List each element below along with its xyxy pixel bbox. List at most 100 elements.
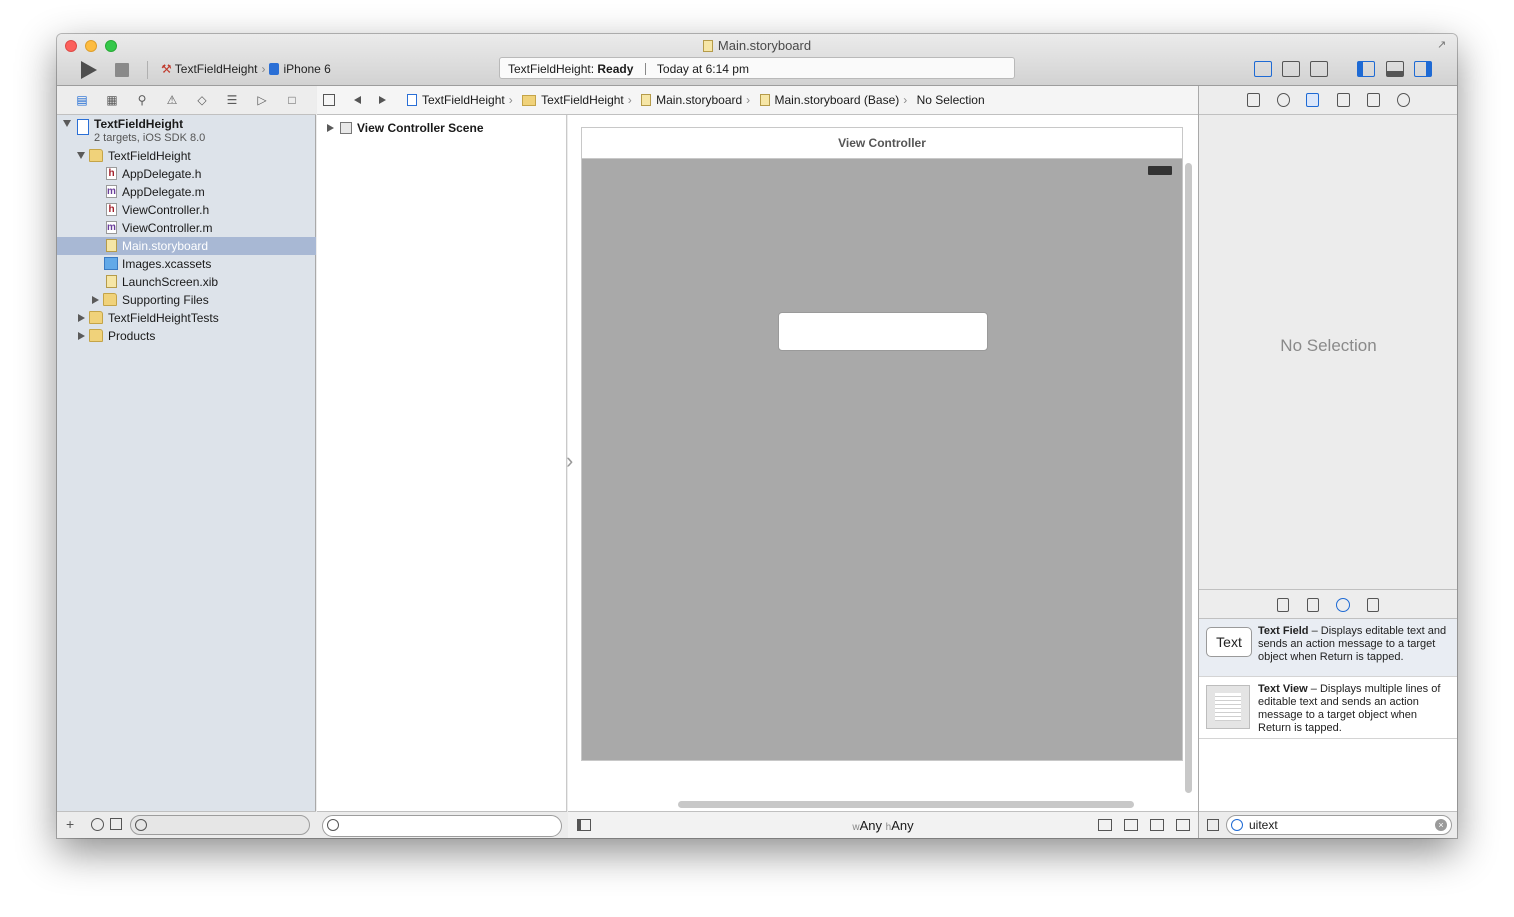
breadcrumb-label: Main.storyboard	[656, 93, 743, 107]
code-snippet-icon[interactable]	[1307, 598, 1319, 612]
recent-files-icon[interactable]	[91, 818, 104, 831]
folder-icon[interactable]: ▤	[75, 93, 89, 107]
scheme-name: TextFieldHeight	[174, 62, 258, 76]
connections-inspector-icon[interactable]	[1397, 93, 1410, 107]
toolbar-separator	[147, 61, 148, 79]
search-icon[interactable]: ⚲	[135, 93, 149, 107]
header-file-icon: h	[106, 167, 117, 180]
media-library-icon[interactable]	[1367, 598, 1379, 612]
vertical-scrollbar[interactable]	[1185, 163, 1192, 793]
clear-icon[interactable]: ×	[1435, 819, 1447, 831]
horizontal-scrollbar[interactable]	[678, 801, 1134, 808]
breakpoint-icon[interactable]: ▷	[255, 93, 269, 107]
file-template-icon[interactable]	[1277, 598, 1289, 612]
tree-label: LaunchScreen.xib	[122, 275, 219, 289]
assistant-editor-icon[interactable]	[1282, 61, 1300, 77]
align-icon[interactable]	[1098, 819, 1112, 831]
library-tab-bar	[1199, 589, 1457, 619]
grid-view-icon[interactable]	[1207, 819, 1219, 831]
tree-label: ViewController.m	[122, 221, 213, 235]
chevron-right-icon: ›	[508, 93, 513, 107]
view-controller-title: View Controller	[582, 128, 1182, 159]
storyboard-canvas[interactable]: › View Controller wAny hAny	[566, 115, 1198, 838]
library-item-title: Text Field	[1258, 625, 1309, 637]
disclosure-closed-icon[interactable]	[327, 124, 334, 132]
quick-help-icon[interactable]	[1277, 93, 1290, 107]
tree-row[interactable]: m AppDelegate.m	[57, 183, 316, 201]
tree-row[interactable]: LaunchScreen.xib	[57, 273, 316, 291]
attributes-inspector-icon[interactable]	[1337, 93, 1350, 107]
tree-row[interactable]: Images.xcassets	[57, 255, 316, 273]
disclosure-closed-icon[interactable]	[78, 314, 85, 322]
disclosure-closed-icon[interactable]	[92, 296, 99, 304]
file-inspector-icon[interactable]	[1247, 93, 1260, 107]
library-item-text-field[interactable]: Text Text Field – Displays editable text…	[1199, 619, 1457, 677]
report-icon[interactable]: □	[285, 93, 299, 107]
chevron-right-icon: ›	[903, 93, 908, 107]
standard-editor-icon[interactable]	[1254, 61, 1272, 77]
toggle-debug-area-icon[interactable]	[1386, 61, 1404, 77]
add-icon[interactable]: +	[66, 816, 74, 832]
breadcrumb-item[interactable]: Main.storyboard	[641, 93, 742, 107]
toggle-navigator-icon[interactable]	[1357, 61, 1375, 77]
breadcrumb-label: TextFieldHeight	[422, 93, 505, 107]
disclosure-closed-icon[interactable]	[78, 332, 85, 340]
related-items-icon[interactable]	[323, 94, 335, 106]
breadcrumb-item[interactable]: Main.storyboard (Base)	[759, 93, 899, 107]
tree-row[interactable]: TextFieldHeight	[57, 147, 316, 165]
list-icon[interactable]: ☰	[225, 93, 239, 107]
navigator-filter-input[interactable]	[130, 815, 310, 835]
source-control-icon[interactable]	[110, 818, 122, 830]
disclosure-open-icon[interactable]	[77, 152, 85, 159]
identity-inspector-icon[interactable]	[1306, 93, 1319, 107]
tree-row[interactable]: m ViewController.m	[57, 219, 316, 237]
tree-label: TextFieldHeight	[108, 149, 191, 163]
view-controller-scene[interactable]: View Controller	[581, 127, 1183, 761]
breadcrumb-item[interactable]: TextFieldHeight	[522, 93, 624, 107]
tree-row[interactable]: h ViewController.h	[57, 201, 316, 219]
diamond-icon[interactable]: ◇	[195, 93, 209, 107]
size-class-w: Any	[859, 818, 883, 833]
size-class-w-prefix: w	[852, 822, 860, 833]
fullscreen-icon[interactable]: ↗	[1437, 38, 1451, 52]
library-item-text-view[interactable]: Text View – Displays multiple lines of e…	[1199, 677, 1457, 739]
tree-row-selected[interactable]: Main.storyboard	[57, 237, 316, 255]
scheme-selector[interactable]: ⚒ TextFieldHeight › iPhone 6	[161, 62, 331, 76]
stop-button[interactable]	[115, 63, 129, 77]
warning-icon[interactable]: ⚠	[165, 93, 179, 107]
storyboard-file-icon	[106, 239, 117, 252]
disclosure-open-icon[interactable]	[63, 120, 71, 127]
forward-arrow-icon[interactable]	[379, 96, 386, 104]
resizing-behavior-icon[interactable]	[1176, 819, 1190, 831]
size-inspector-icon[interactable]	[1367, 93, 1380, 107]
run-button[interactable]	[81, 61, 97, 79]
library-item-description: Text Field – Displays editable text and …	[1258, 625, 1453, 664]
outline-row-scene[interactable]: View Controller Scene	[327, 121, 484, 135]
view-controller-view[interactable]	[582, 159, 1182, 760]
tree-row[interactable]: TextFieldHeightTests	[57, 309, 316, 327]
xib-file-icon	[106, 275, 117, 288]
toggle-utilities-icon[interactable]	[1414, 61, 1432, 77]
text-field[interactable]	[778, 312, 988, 351]
tree-row[interactable]: Products	[57, 327, 316, 345]
outline-filter-input[interactable]	[322, 815, 562, 837]
tree-row[interactable]: Supporting Files	[57, 291, 316, 309]
breadcrumb-item[interactable]: TextFieldHeight	[407, 93, 505, 107]
object-library-icon[interactable]	[1336, 598, 1350, 612]
symbol-icon[interactable]: ▦	[105, 93, 119, 107]
header-file-icon: h	[106, 203, 117, 216]
jump-bar: TextFieldHeight › TextFieldHeight › Main.s…	[317, 86, 1198, 115]
document-outline: View Controller Scene	[317, 115, 567, 838]
library-item-description: Text View – Displays multiple lines of e…	[1258, 683, 1453, 735]
storyboard-file-icon	[641, 94, 652, 106]
back-arrow-icon[interactable]	[354, 96, 361, 104]
project-icon	[77, 119, 89, 135]
pin-icon[interactable]	[1124, 819, 1138, 831]
breadcrumb-item[interactable]: No Selection	[917, 93, 985, 107]
activity-view: TextFieldHeight: Ready Today at 6:14 pm	[499, 57, 1015, 79]
library-filter-input[interactable]: uitext ×	[1226, 815, 1452, 835]
resolve-auto-layout-icon[interactable]	[1150, 819, 1164, 831]
tree-row[interactable]: h AppDelegate.h	[57, 165, 316, 183]
version-editor-icon[interactable]	[1310, 61, 1328, 77]
tree-row-project[interactable]: TextFieldHeight 2 targets, iOS SDK 8.0	[57, 115, 316, 145]
